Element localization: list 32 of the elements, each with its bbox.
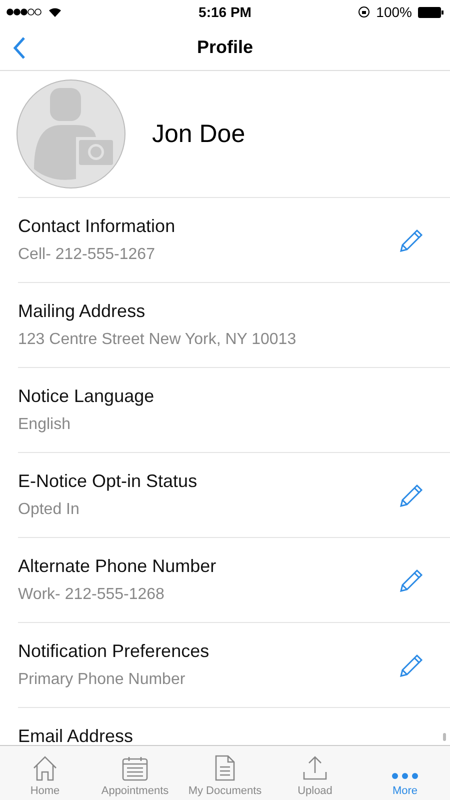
- row-value: Opted In: [18, 501, 80, 519]
- profile-name: Jon Doe: [152, 120, 246, 148]
- upload-icon: [301, 754, 329, 782]
- more-icon: [391, 770, 419, 782]
- row-value: Primary Phone Number: [18, 671, 186, 689]
- home-icon: [31, 754, 59, 782]
- signal-icon: [6, 8, 42, 16]
- row-value: 123 Centre Street New York, NY 10013: [18, 331, 296, 349]
- row-value: Cell- 212-555-1267: [18, 246, 156, 264]
- scroll-indicator: [443, 733, 446, 741]
- status-time: 5:16 PM: [198, 4, 252, 20]
- row-title: Mailing Address: [18, 301, 146, 322]
- battery-percent: 100%: [376, 4, 412, 20]
- row-title: Contact Information: [18, 216, 176, 237]
- profile-row[interactable]: E-Notice Opt-in Status Opted In: [18, 452, 450, 537]
- rotation-lock-icon: [358, 6, 370, 18]
- calendar-icon: [121, 754, 149, 782]
- battery-icon: [418, 6, 444, 18]
- page-title: Profile: [196, 36, 253, 58]
- row-title: E-Notice Opt-in Status: [18, 471, 198, 492]
- profile-row[interactable]: Notification Preferences Primary Phone Number: [18, 622, 450, 707]
- profile-row[interactable]: Alternate Phone Number Work- 212-555-1268: [18, 537, 450, 622]
- row-value: Work- 212-555-1268: [18, 586, 166, 604]
- wifi-icon: [48, 6, 62, 18]
- profile-row[interactable]: Contact Information Cell- 212-555-1267: [18, 197, 450, 282]
- row-title: Notification Preferences: [18, 641, 210, 662]
- profile-row[interactable]: Notice Language English: [18, 367, 450, 452]
- row-title: Alternate Phone Number: [18, 556, 216, 577]
- row-title: Notice Language: [18, 386, 154, 407]
- row-value: English: [18, 416, 72, 434]
- profile-row[interactable]: Mailing Address 123 Centre Street New York, NY 10013: [18, 282, 450, 367]
- row-title: Email Address: [18, 726, 134, 745]
